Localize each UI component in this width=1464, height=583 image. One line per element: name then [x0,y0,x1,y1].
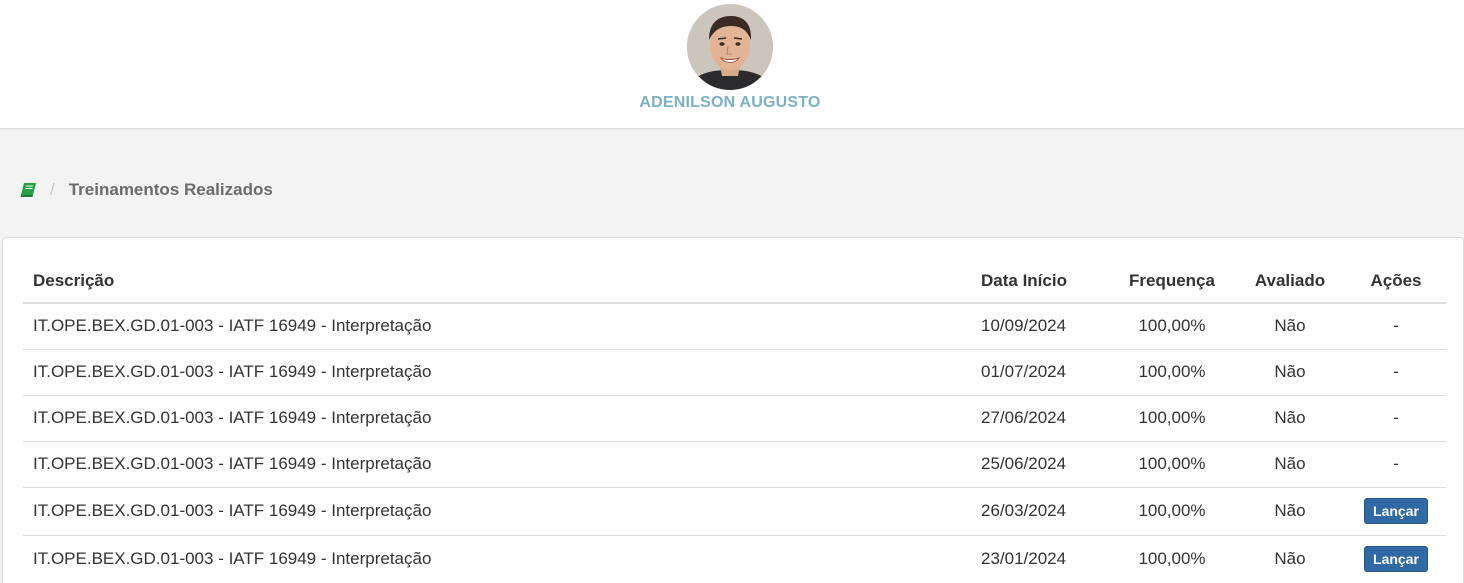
cell-action: - [1346,303,1446,350]
header-evaluated[interactable]: Avaliado [1234,259,1346,304]
header-start-date[interactable]: Data Início [971,259,1110,304]
launch-button[interactable]: Lançar [1364,546,1428,572]
table-row: IT.OPE.BEX.GD.01-003 - IATF 16949 - Inte… [23,395,1446,442]
cell-start-date: 23/01/2024 [971,535,1110,583]
cell-start-date: 01/07/2024 [971,349,1110,396]
table-row: IT.OPE.BEX.GD.01-003 - IATF 16949 - Inte… [23,441,1446,488]
header-description[interactable]: Descrição [23,259,971,304]
cell-frequency: 100,00% [1110,395,1234,442]
cell-start-date: 10/09/2024 [971,303,1110,350]
cell-action: Lançar [1346,535,1446,583]
cell-frequency: 100,00% [1110,487,1234,536]
user-name: ADENILSON AUGUSTO [639,94,821,111]
cell-evaluated: Não [1234,303,1346,350]
cell-start-date: 27/06/2024 [971,395,1110,442]
cell-frequency: 100,00% [1110,535,1234,583]
cell-start-date: 25/06/2024 [971,441,1110,488]
trainings-panel: Descrição Data Início Frequença Avaliado… [2,237,1464,583]
cell-frequency: 100,00% [1110,349,1234,396]
cell-frequency: 100,00% [1110,303,1234,350]
cell-action: - [1346,349,1446,396]
launch-button[interactable]: Lançar [1364,498,1428,524]
cell-description: IT.OPE.BEX.GD.01-003 - IATF 16949 - Inte… [23,487,971,536]
cell-action: Lançar [1346,487,1446,536]
breadcrumb: / Treinamentos Realizados [20,178,273,202]
cell-evaluated: Não [1234,535,1346,583]
cell-description: IT.OPE.BEX.GD.01-003 - IATF 16949 - Inte… [23,349,971,396]
header-frequency[interactable]: Frequença [1110,259,1234,304]
cell-start-date: 26/03/2024 [971,487,1110,536]
cell-description: IT.OPE.BEX.GD.01-003 - IATF 16949 - Inte… [23,395,971,442]
breadcrumb-separator: / [50,180,55,199]
table-row: IT.OPE.BEX.GD.01-003 - IATF 16949 - Inte… [23,349,1446,396]
cell-action: - [1346,395,1446,442]
cell-evaluated: Não [1234,349,1346,396]
cell-description: IT.OPE.BEX.GD.01-003 - IATF 16949 - Inte… [23,303,971,350]
cell-evaluated: Não [1234,441,1346,488]
trainings-table: Descrição Data Início Frequença Avaliado… [23,259,1446,583]
avatar [687,4,773,90]
book-icon[interactable] [20,182,38,198]
table-row: IT.OPE.BEX.GD.01-003 - IATF 16949 - Inte… [23,303,1446,350]
header-actions: Ações [1346,259,1446,304]
cell-evaluated: Não [1234,395,1346,442]
table-row: IT.OPE.BEX.GD.01-003 - IATF 16949 - Inte… [23,487,1446,536]
cell-evaluated: Não [1234,487,1346,536]
breadcrumb-current: Treinamentos Realizados [68,180,273,199]
cell-action: - [1346,441,1446,488]
profile-header: ADENILSON AUGUSTO [0,0,1464,129]
cell-description: IT.OPE.BEX.GD.01-003 - IATF 16949 - Inte… [23,441,971,488]
table-row: IT.OPE.BEX.GD.01-003 - IATF 16949 - Inte… [23,535,1446,583]
cell-frequency: 100,00% [1110,441,1234,488]
avatar-portrait [687,4,773,90]
cell-description: IT.OPE.BEX.GD.01-003 - IATF 16949 - Inte… [23,535,971,583]
table-header-row: Descrição Data Início Frequença Avaliado… [23,259,1446,304]
